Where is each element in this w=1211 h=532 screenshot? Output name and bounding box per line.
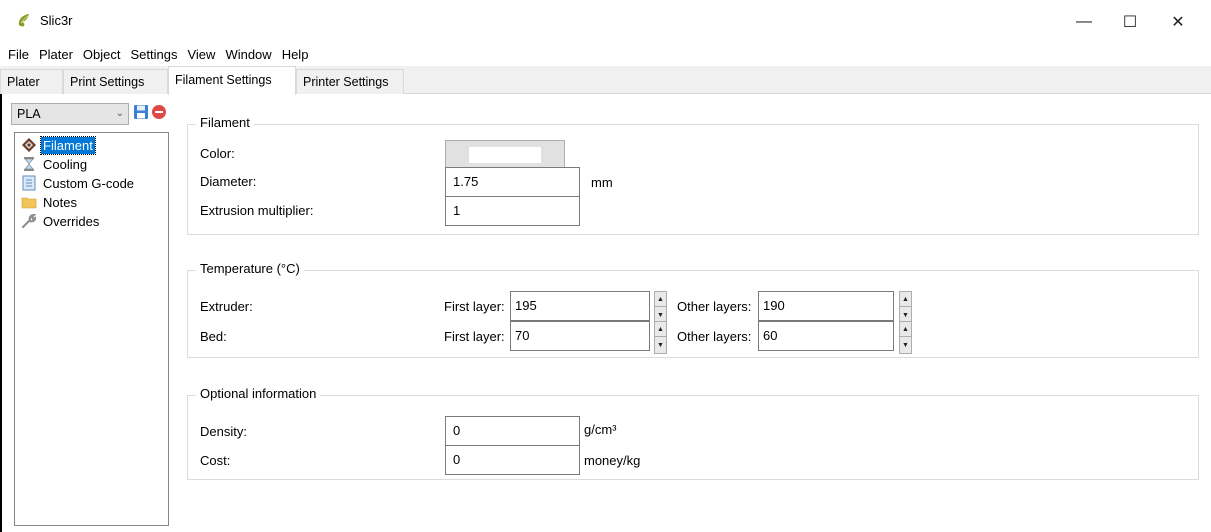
menu-object[interactable]: Object	[78, 44, 126, 66]
chevron-down-icon: ⌄	[115, 108, 124, 119]
menu-file[interactable]: File	[0, 44, 34, 66]
preset-dropdown[interactable]: PLA ⌄	[11, 103, 129, 125]
window-edge	[0, 94, 2, 532]
slic3r-logo-icon	[18, 14, 29, 27]
extruder-first-layer-spinner[interactable]: ▲ ▼	[654, 291, 667, 324]
tree-label-overrides: Overrides	[43, 213, 100, 229]
cost-unit: money/kg	[584, 453, 641, 468]
settings-tree: Filament Cooling Custom G-code Notes Ove…	[14, 132, 169, 526]
cost-field[interactable]: 0	[445, 445, 580, 475]
maximize-button[interactable]: ☐	[1110, 8, 1150, 36]
diameter-field[interactable]: 1.75	[445, 167, 580, 197]
settings-content: Filament Color: Diameter: 1.75 mm Extrus…	[170, 94, 1211, 532]
bed-label: Bed:	[200, 329, 227, 344]
minimize-icon: —	[1076, 13, 1092, 30]
close-icon: ✕	[1171, 14, 1185, 31]
bed-first-layer-label: First layer:	[444, 329, 505, 344]
extrusion-multiplier-field[interactable]: 1	[445, 196, 580, 226]
tree-item-overrides[interactable]: Overrides	[21, 211, 101, 231]
menu-help[interactable]: Help	[277, 44, 314, 66]
save-preset-icon[interactable]	[133, 104, 149, 120]
window-title: Slic3r	[40, 13, 73, 28]
density-field[interactable]: 0	[445, 416, 580, 446]
temperature-group: Temperature (°C)	[187, 261, 1199, 358]
folder-icon	[21, 197, 37, 209]
extrusion-multiplier-label: Extrusion multiplier:	[200, 203, 314, 218]
tab-filament-settings[interactable]: Filament Settings	[168, 66, 296, 95]
tab-plater[interactable]: Plater	[0, 69, 63, 94]
tree-item-cooling[interactable]: Cooling	[21, 154, 89, 174]
extruder-other-layers-label: Other layers:	[677, 299, 752, 314]
group-title-optional: Optional information	[196, 386, 321, 401]
extruder-other-layers-field[interactable]: 190	[758, 291, 894, 321]
bed-other-layers-spinner[interactable]: ▲ ▼	[899, 321, 912, 354]
maximize-icon: ☐	[1122, 14, 1138, 31]
delete-preset-icon[interactable]	[151, 104, 167, 120]
extruder-label: Extruder:	[200, 299, 253, 314]
bed-first-layer-field[interactable]: 70	[510, 321, 650, 351]
settings-sidebar: PLA ⌄ Filament Cooling Custom G-code Not…	[0, 94, 170, 532]
wrench-icon	[22, 213, 37, 228]
cost-label: Cost:	[200, 453, 231, 468]
color-label: Color:	[200, 146, 235, 161]
spin-up-icon[interactable]: ▲	[655, 292, 666, 307]
spin-up-icon[interactable]: ▲	[900, 292, 911, 307]
tree-label-cooling: Cooling	[43, 156, 88, 172]
optional-information-group: Optional information	[187, 386, 1199, 480]
hourglass-icon	[24, 157, 34, 171]
tree-item-filament[interactable]: Filament	[21, 135, 96, 155]
bed-other-layers-field[interactable]: 60	[758, 321, 894, 351]
bed-first-layer-spinner[interactable]: ▲ ▼	[654, 321, 667, 354]
menu-view[interactable]: View	[182, 44, 220, 66]
spin-up-icon[interactable]: ▲	[900, 322, 911, 337]
document-icon	[22, 175, 36, 191]
group-title-filament: Filament	[196, 115, 254, 130]
tab-printer-settings[interactable]: Printer Settings	[296, 69, 404, 94]
tab-print-settings[interactable]: Print Settings	[63, 69, 168, 94]
tree-item-notes[interactable]: Notes	[21, 192, 79, 212]
spin-up-icon[interactable]: ▲	[655, 322, 666, 337]
spool-icon	[22, 138, 36, 152]
spin-down-icon[interactable]: ▼	[655, 338, 666, 353]
spin-down-icon[interactable]: ▼	[900, 338, 911, 353]
color-swatch	[469, 147, 541, 163]
minimize-button[interactable]: —	[1064, 8, 1104, 36]
menu-settings[interactable]: Settings	[126, 44, 183, 66]
diameter-unit: mm	[591, 175, 613, 190]
close-button[interactable]: ✕	[1158, 8, 1198, 36]
menu-bar: File Plater Object Settings View Window …	[0, 44, 400, 66]
diameter-label: Diameter:	[200, 174, 257, 189]
bed-other-layers-label: Other layers:	[677, 329, 752, 344]
menu-window[interactable]: Window	[220, 44, 276, 66]
density-label: Density:	[200, 424, 247, 439]
extruder-other-layers-spinner[interactable]: ▲ ▼	[899, 291, 912, 324]
filament-group: Filament	[187, 115, 1199, 235]
tab-bar: Plater Print Settings Filament Settings …	[0, 66, 1211, 95]
tree-label-custom-gcode: Custom G-code	[43, 175, 135, 191]
preset-value: PLA	[17, 107, 41, 121]
group-title-temperature: Temperature (°C)	[196, 261, 304, 276]
extruder-first-layer-field[interactable]: 195	[510, 291, 650, 321]
title-bar: Slic3r — ☐ ✕	[0, 0, 1211, 44]
tree-label-notes: Notes	[43, 194, 77, 210]
density-unit: g/cm³	[584, 422, 617, 437]
menu-plater[interactable]: Plater	[34, 44, 78, 66]
tree-label-filament: Filament	[40, 135, 96, 155]
color-picker-button[interactable]	[445, 140, 565, 168]
extruder-first-layer-label: First layer:	[444, 299, 505, 314]
tree-item-custom-gcode[interactable]: Custom G-code	[21, 173, 136, 193]
